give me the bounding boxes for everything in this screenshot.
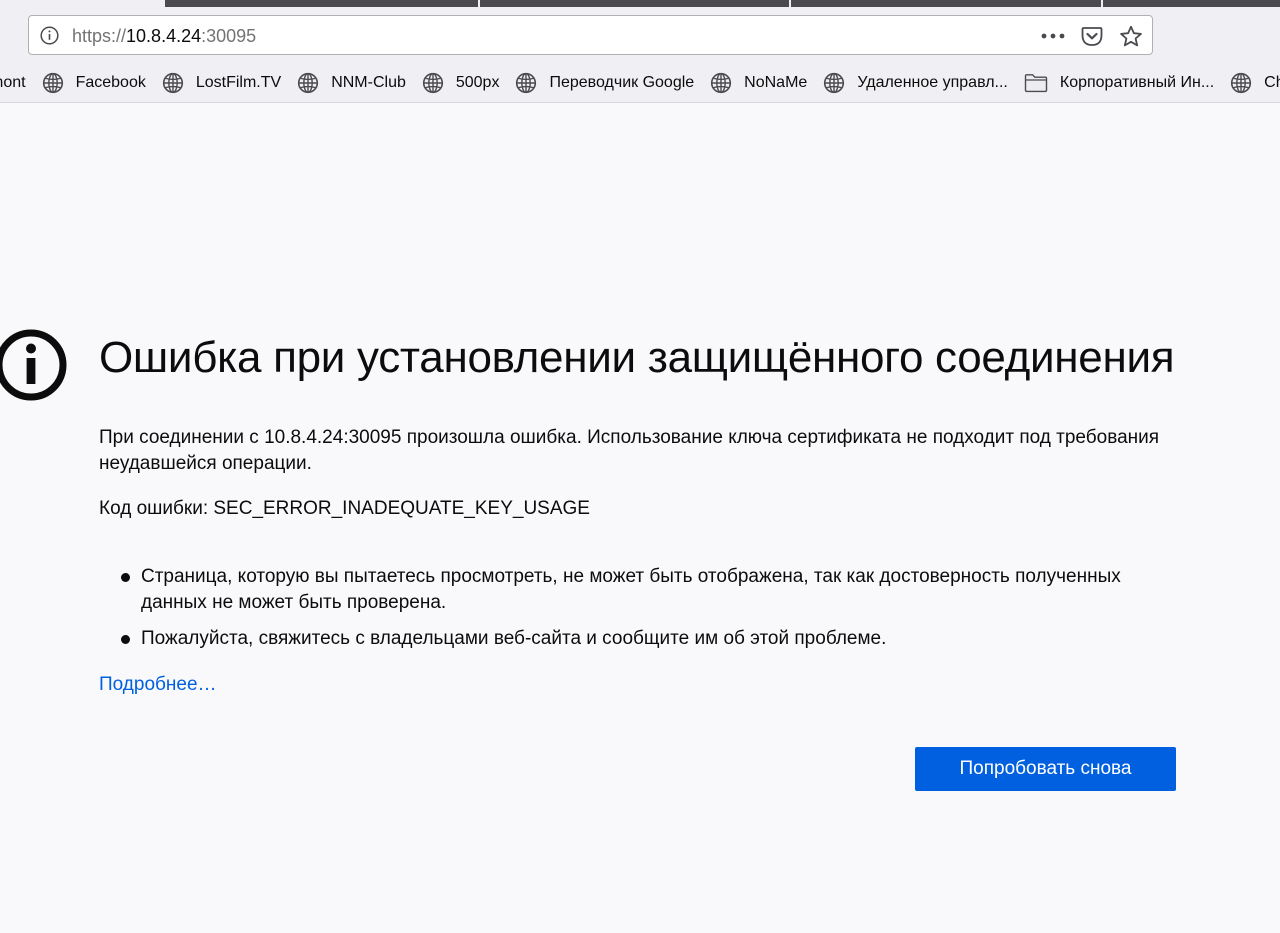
bookmark-item[interactable]: NNM-Club [289,70,414,96]
bullet [121,573,130,582]
learn-more-link[interactable]: Подробнее… [99,672,217,698]
globe-icon [823,72,851,94]
bookmark-label: LostFilm.TV [195,74,282,91]
bookmark-label: Удаленное управл... [857,74,1008,91]
bookmark-item[interactable]: NoNaMe [702,70,815,96]
error-code: Код ошибки: SEC_ERROR_INADEQUATE_KEY_USA… [99,498,590,519]
bookmark-label: Переводчик Google [549,74,695,91]
tab-strip[interactable] [0,0,1280,7]
globe-icon [710,72,738,94]
bookmark-label: China [1264,74,1280,91]
page-actions [1040,23,1144,49]
bookmark-label: mont [0,74,26,91]
page-title: Ошибка при установлении защищённого соед… [99,333,1175,382]
url-port: :30095 [201,26,257,46]
tab[interactable] [791,0,1101,7]
bookmark-label: NoNaMe [744,74,808,91]
bookmark-label: NNM-Club [331,74,406,91]
globe-icon [515,72,543,94]
bookmark-item[interactable]: mont [0,70,34,96]
globe-icon [162,72,190,94]
star-icon[interactable] [1118,23,1144,49]
globe-icon [1230,72,1258,94]
url-bar[interactable]: https://10.8.4.24:30095 [28,15,1153,55]
bookmark-label: 500px [455,74,500,91]
tab[interactable] [480,0,789,7]
bullet [121,635,130,644]
bookmark-item[interactable]: 500px [414,70,508,96]
advice-text: Страница, которую вы пытаетесь просмотре… [141,566,1121,613]
url-host: 10.8.4.24 [126,26,202,46]
info-icon[interactable] [40,26,59,45]
advice-list: Страница, которую вы пытаетесь просмотре… [99,564,1179,662]
bookmark-item[interactable]: Facebook [34,70,154,96]
error-page: Ошибка при установлении защищённого соед… [0,104,1280,933]
list-item: Пожалуйста, свяжитесь с владельцами веб-… [99,626,1179,652]
pocket-icon[interactable] [1079,23,1105,49]
tab[interactable] [165,0,478,7]
url-scheme: https:// [72,26,127,46]
try-again-button[interactable]: Попробовать снова [915,747,1176,791]
globe-icon [297,72,325,94]
list-item: Страница, которую вы пытаетесь просмотре… [99,564,1179,616]
more-horizontal-icon[interactable] [1040,23,1066,49]
bookmark-item[interactable]: LostFilm.TV [154,70,289,96]
bookmark-item[interactable]: Удаленное управл... [815,70,1016,96]
bookmark-item[interactable]: Переводчик Google [507,70,702,96]
bookmark-item[interactable]: China [1222,70,1280,96]
tab[interactable] [1103,0,1280,7]
globe-icon [42,72,70,94]
url-text[interactable]: https://10.8.4.24:30095 [72,26,256,46]
info-circle-icon [0,328,68,402]
bookmarks-toolbar: mont Facebook LostFilm.TV NNM-Club 500px Пере… [0,70,1280,96]
folder-icon [1024,73,1054,93]
bookmark-item[interactable]: Корпоративный Ин... [1016,70,1222,96]
browser-chrome: https://10.8.4.24:30095 ont Facebook Los… [0,0,1280,103]
error-description: При соединении с 10.8.4.24:30095 произош… [99,427,1160,474]
bookmark-label: Facebook [75,74,146,91]
advice-text: Пожалуйста, свяжитесь с владельцами веб-… [141,628,887,649]
bookmark-label: Корпоративный Ин... [1059,74,1215,91]
globe-icon [422,72,450,94]
